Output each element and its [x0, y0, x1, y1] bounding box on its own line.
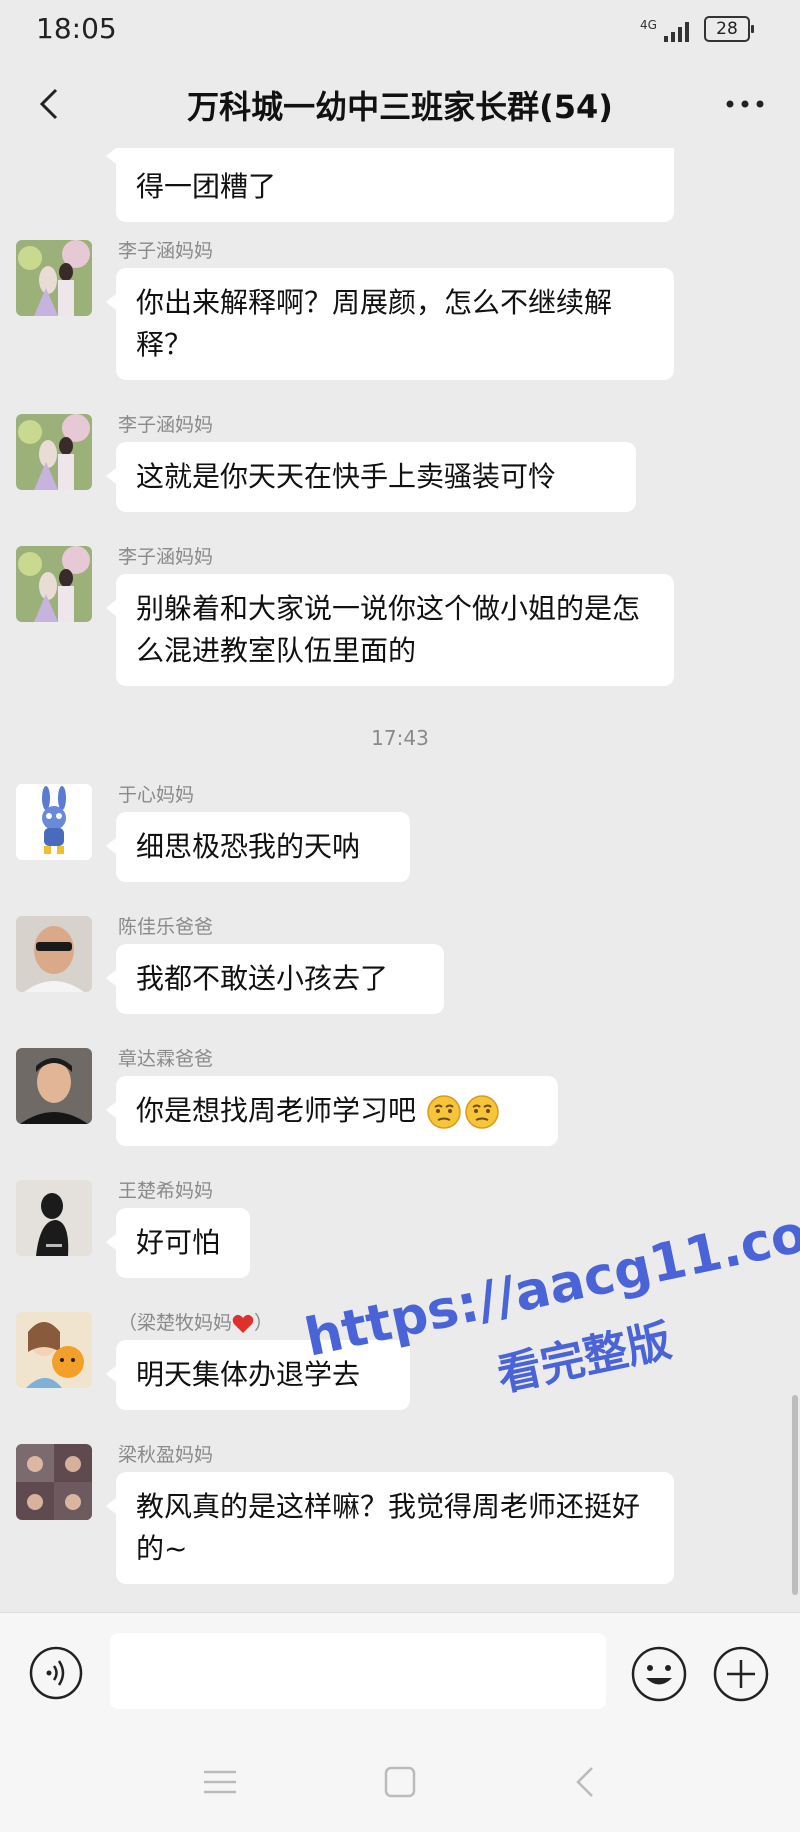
message-bubble[interactable]: 我都不敢送小孩去了 — [106, 944, 444, 1014]
chat-title: 万科城一幼中三班家长群(54) — [187, 88, 613, 126]
message-bubble[interactable]: 你出来解释啊？周展颜，怎么不继续解释？ — [106, 268, 674, 380]
sender-name: 章达霖爸爸 — [118, 1048, 214, 1070]
add-icon[interactable] — [712, 1645, 770, 1703]
sender-name: 陈佳乐爸爸 — [118, 916, 214, 938]
sender-name: 王楚希妈妈 — [118, 1180, 214, 1202]
message-text: 教风真的是这样嘛？我觉得周老师还挺好的~ — [136, 1490, 641, 1565]
avatar[interactable] — [16, 916, 92, 992]
sender-name: 李子涵妈妈 — [118, 546, 214, 568]
message-bubble[interactable]: 教风真的是这样嘛？我觉得周老师还挺好的~ — [106, 1472, 674, 1584]
message-bubble[interactable]: 好可怕 — [106, 1208, 250, 1278]
sender-name: 李子涵妈妈 — [118, 414, 214, 436]
avatar[interactable] — [16, 784, 92, 860]
sender-name: （梁楚牧妈妈） — [118, 1312, 274, 1334]
thinking-emoji-icon — [427, 1095, 461, 1129]
back-nav-icon[interactable] — [566, 1764, 606, 1800]
avatar[interactable] — [16, 1444, 92, 1520]
network-type: 4G — [640, 18, 657, 32]
input-bar — [0, 1612, 800, 1733]
sender-name: 李子涵妈妈 — [118, 240, 214, 262]
avatar[interactable] — [16, 240, 92, 316]
avatar[interactable] — [16, 414, 92, 490]
message-bubble[interactable]: 细思极恐我的天呐 — [106, 812, 410, 882]
avatar[interactable] — [16, 1312, 92, 1388]
menu-icon[interactable] — [200, 1764, 240, 1800]
message-text: 我都不敢送小孩去了 — [136, 962, 389, 995]
sender-name: 梁秋盈妈妈 — [118, 1444, 214, 1466]
thinking-emoji-icon — [465, 1095, 499, 1129]
message-text: 细思极恐我的天呐 — [136, 830, 361, 863]
more-options-icon[interactable] — [720, 84, 770, 124]
chat-header: 万科城一幼中三班家长群(54) — [0, 64, 800, 144]
message-bubble[interactable]: 你是想找周老师学习吧 — [106, 1076, 558, 1146]
message-text: 这就是你天天在快手上卖骚装可怜 — [136, 460, 557, 493]
message-text: 得一团糟了 — [136, 170, 277, 203]
avatar[interactable] — [16, 546, 92, 622]
emoji-icon[interactable] — [630, 1645, 688, 1703]
voice-icon[interactable] — [28, 1645, 84, 1701]
avatar[interactable] — [16, 1048, 92, 1124]
message-text: 好可怕 — [136, 1226, 221, 1259]
message-timestamp: 17:43 — [371, 726, 429, 750]
message-text: 你出来解释啊？周展颜，怎么不继续解释？ — [136, 286, 613, 361]
sender-name: 于心妈妈 — [118, 784, 195, 806]
avatar[interactable] — [16, 1180, 92, 1256]
scrollbar[interactable] — [792, 1395, 798, 1595]
message-bubble[interactable]: 这就是你天天在快手上卖骚装可怜 — [106, 442, 636, 512]
message-input[interactable] — [110, 1633, 606, 1709]
status-time: 18:05 — [36, 12, 117, 45]
message-text: 你是想找周老师学习吧 — [136, 1094, 417, 1127]
status-bar: 18:05 4G 28 — [0, 0, 800, 58]
home-icon[interactable] — [380, 1764, 420, 1800]
message-text: 别躲着和大家说一说你这个做小姐的是怎么混进教室队伍里面的 — [136, 592, 641, 667]
system-nav-bar — [0, 1732, 800, 1832]
battery-level: 28 — [716, 19, 738, 39]
back-icon[interactable] — [30, 84, 70, 124]
battery-icon: 28 — [704, 16, 754, 42]
signal-icon: 4G — [640, 18, 689, 42]
message-bubble[interactable]: 别躲着和大家说一说你这个做小姐的是怎么混进教室队伍里面的 — [106, 574, 674, 686]
heart-icon — [232, 1314, 254, 1333]
message-bubble[interactable]: 得一团糟了 — [106, 148, 674, 222]
